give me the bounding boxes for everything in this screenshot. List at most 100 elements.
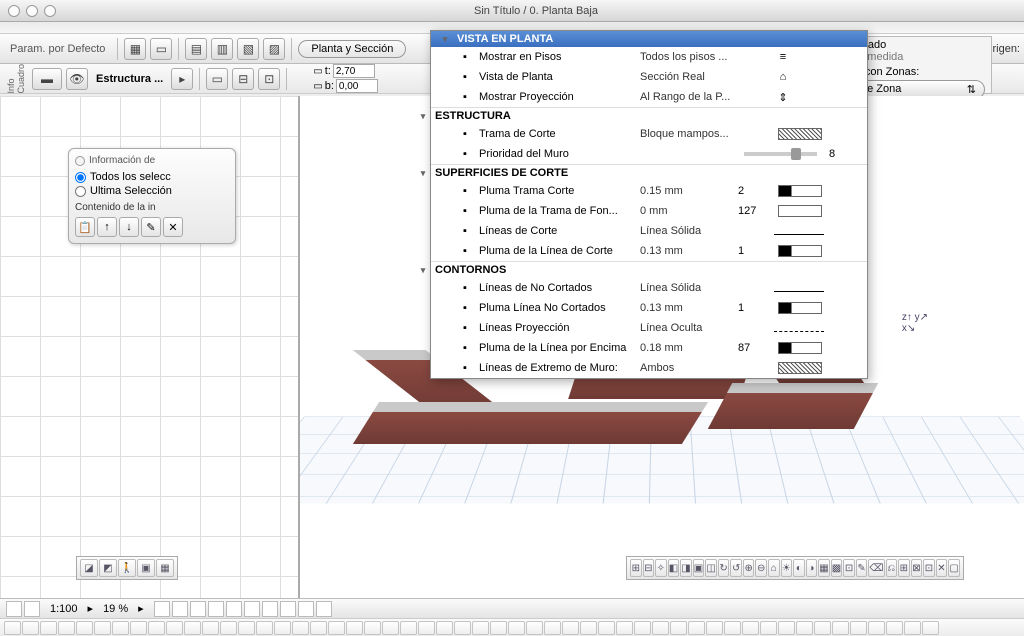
axis-gizmo[interactable]: z↑ y↗x↘ [902, 312, 928, 334]
bottom-tool-icon[interactable] [490, 621, 507, 635]
bottom-tool-icon[interactable] [544, 621, 561, 635]
tb-icon[interactable]: ✕ [936, 559, 948, 577]
estructura-label[interactable]: Estructura ... [92, 73, 167, 85]
tb-icon[interactable]: ▣ [693, 559, 705, 577]
line-style[interactable] [774, 291, 824, 292]
style-b-icon[interactable]: ▥ [211, 38, 233, 60]
dropdown-row[interactable]: ▪ Vista de Planta Sección Real ⌂ [431, 67, 867, 87]
swatch[interactable] [778, 342, 822, 354]
bottom-tool-icon[interactable] [40, 621, 57, 635]
dd-section-estructura[interactable]: ▾ESTRUCTURA [431, 107, 867, 124]
bottom-tool-icon[interactable] [526, 621, 543, 635]
param-default-label[interactable]: Param. por Defecto [4, 41, 111, 57]
base-field[interactable]: ▭ b: [313, 79, 378, 93]
bottom-tool-icon[interactable] [454, 621, 471, 635]
tb-icon[interactable]: ▦ [818, 559, 830, 577]
swatch[interactable] [778, 185, 822, 197]
bottom-tool-icon[interactable] [724, 621, 741, 635]
bottom-tool-icon[interactable] [292, 621, 309, 635]
tb-icon[interactable]: ⎌ [886, 559, 898, 577]
sb-icon[interactable] [298, 601, 314, 617]
row-end-icon[interactable]: ⌂ [774, 71, 792, 83]
bottom-tool-icon[interactable] [346, 621, 363, 635]
dropdown-row[interactable]: ▪ Mostrar Proyección Al Rango de la P...… [431, 87, 867, 107]
swatch[interactable] [778, 205, 822, 217]
paste-icon[interactable]: 📋 [75, 217, 95, 237]
trash-icon[interactable]: ✕ [163, 217, 183, 237]
tb-icon[interactable]: ↺ [730, 559, 742, 577]
bottom-tool-icon[interactable] [418, 621, 435, 635]
plan-view-pane[interactable]: Información de Todos los selecc Ultima S… [0, 96, 300, 610]
bottom-tool-icon[interactable] [706, 621, 723, 635]
tb-icon[interactable]: ⊡ [923, 559, 935, 577]
close-icon[interactable] [8, 5, 20, 17]
view3d-a-icon[interactable]: ◪ [80, 559, 98, 577]
bottom-tool-icon[interactable] [742, 621, 759, 635]
sb-icon[interactable] [24, 601, 40, 617]
view3d-b-icon[interactable]: ◩ [99, 559, 117, 577]
line-style[interactable] [774, 234, 824, 235]
bottom-tool-icon[interactable] [832, 621, 849, 635]
bottom-tool-icon[interactable] [652, 621, 669, 635]
tb-icon[interactable]: ⊠ [911, 559, 923, 577]
bottom-tool-icon[interactable] [274, 621, 291, 635]
geom-c-icon[interactable]: ⊡ [258, 68, 280, 90]
dropdown-row[interactable]: ▪ Trama de Corte Bloque mampos... [431, 124, 867, 144]
bottom-tool-icon[interactable] [400, 621, 417, 635]
bottom-tool-icon[interactable] [94, 621, 111, 635]
priority-slider[interactable] [744, 152, 817, 156]
row-end-icon[interactable]: ⇕ [774, 91, 792, 104]
dropdown-row[interactable]: ▪ Prioridad del Muro 8 [431, 144, 867, 164]
sb-icon[interactable] [280, 601, 296, 617]
bottom-tool-icon[interactable] [868, 621, 885, 635]
marker-icon[interactable]: ✎ [141, 217, 161, 237]
minimize-icon[interactable] [26, 5, 38, 17]
tb-icon[interactable]: ◧ [668, 559, 680, 577]
bottom-tool-icon[interactable] [4, 621, 21, 635]
rect-tool-icon[interactable]: ▭ [150, 38, 172, 60]
bottom-tool-icon[interactable] [382, 621, 399, 635]
bottom-tool-icon[interactable] [904, 621, 921, 635]
bottom-tool-icon[interactable] [166, 621, 183, 635]
view3d-c-icon[interactable]: ▣ [137, 559, 155, 577]
style-c-icon[interactable]: ▧ [237, 38, 259, 60]
tb-icon[interactable]: ↻ [718, 559, 730, 577]
tb-icon[interactable]: ⊞ [898, 559, 910, 577]
bottom-tool-icon[interactable] [670, 621, 687, 635]
eye-icon[interactable]: 👁 [66, 68, 88, 90]
bottom-tool-icon[interactable] [886, 621, 903, 635]
bottom-tool-icon[interactable] [220, 621, 237, 635]
tb-icon[interactable]: ▩ [831, 559, 843, 577]
bottom-tool-icon[interactable] [472, 621, 489, 635]
bottom-tool-icon[interactable] [130, 621, 147, 635]
dd-section-contornos[interactable]: ▾CONTORNOS [431, 261, 867, 278]
bottom-tool-icon[interactable] [436, 621, 453, 635]
bottom-tool-icon[interactable] [202, 621, 219, 635]
dropdown-row[interactable]: ▪ Líneas de No Cortados Línea Sólida [431, 278, 867, 298]
tb-icon[interactable]: ⊞ [630, 559, 642, 577]
bottom-tool-icon[interactable] [76, 621, 93, 635]
up-icon[interactable]: ↑ [97, 217, 117, 237]
tb-icon[interactable]: ☀ [781, 559, 793, 577]
swatch[interactable] [778, 245, 822, 257]
sb-icon[interactable] [208, 601, 224, 617]
tb-icon[interactable]: ⊡ [843, 559, 855, 577]
dropdown-row[interactable]: ▪ Pluma de la Línea por Encima 0.18 mm 8… [431, 338, 867, 358]
planta-seccion-dropdown[interactable]: Planta y Sección [298, 40, 406, 58]
tb-icon[interactable]: ◐ [793, 559, 805, 577]
bottom-tool-icon[interactable] [184, 621, 201, 635]
bottom-tool-icon[interactable] [562, 621, 579, 635]
swatch[interactable] [778, 302, 822, 314]
sb-icon[interactable] [190, 601, 206, 617]
dd-header-vista[interactable]: ▾VISTA EN PLANTA [431, 31, 867, 47]
bottom-tool-icon[interactable] [760, 621, 777, 635]
bottom-tool-icon[interactable] [580, 621, 597, 635]
radio-ultima[interactable]: Ultima Selección [75, 184, 229, 198]
zoom-icon[interactable] [44, 5, 56, 17]
bottom-tool-icon[interactable] [112, 621, 129, 635]
dropdown-row[interactable]: ▪ Mostrar en Pisos Todos los pisos ... ≡ [431, 47, 867, 67]
geom-b-icon[interactable]: ⊟ [232, 68, 254, 90]
tb-icon[interactable]: ⌂ [768, 559, 780, 577]
down-icon[interactable]: ↓ [119, 217, 139, 237]
dd-section-superficies[interactable]: ▾SUPERFICIES DE CORTE [431, 164, 867, 181]
